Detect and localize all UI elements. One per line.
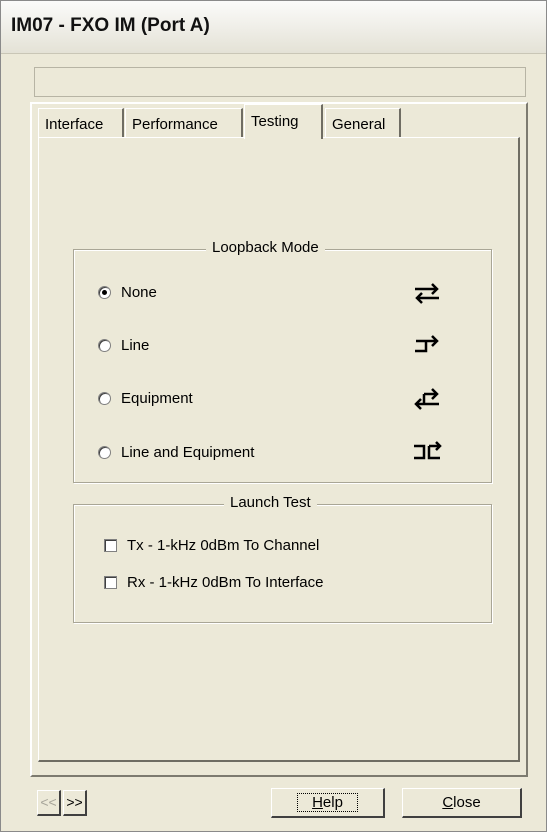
checkbox-tx-test[interactable]: Tx - 1-kHz 0dBm To Channel [104,534,319,556]
radio-loopback-line-and-equipment[interactable]: Line and Equipment [98,441,254,463]
radio-label: Line [121,336,150,354]
tab-performance-label: Performance [132,116,218,133]
radio-label: Equipment [121,389,193,407]
tab-interface-label: Interface [45,116,104,133]
testing-tab-panel: Loopback Mode None Line Equipment Line a… [38,137,520,762]
checkbox-label: Rx - 1-kHz 0dBm To Interface [127,573,324,591]
radio-loopback-line[interactable]: Line [98,334,149,356]
loopback-line-equipment-icon [414,441,442,460]
next-button[interactable]: >> [63,790,87,816]
tab-performance[interactable]: Performance [125,108,243,138]
radio-button[interactable] [98,285,111,299]
checkbox[interactable] [104,538,117,552]
help-accel-key: H [312,794,323,811]
radio-label: None [121,283,157,301]
focus-rect: Help [297,793,358,812]
help-label: elp [322,794,343,811]
window-title: IM07 - FXO IM (Port A) [11,15,210,36]
radio-button[interactable] [98,338,111,352]
radio-loopback-none[interactable]: None [98,281,157,303]
launch-test-group: Launch Test Tx - 1-kHz 0dBm To Channel R… [73,494,492,623]
help-button[interactable]: Help [271,788,385,818]
tab-testing[interactable]: Testing [244,104,323,139]
tab-interface[interactable]: Interface [38,108,124,138]
tab-general-label: General [332,116,386,133]
close-button[interactable]: Close [402,788,522,818]
launch-test-legend: Launch Test [224,494,317,511]
checkbox-label: Tx - 1-kHz 0dBm To Channel [127,536,320,554]
loopback-line-icon [415,335,439,353]
title-bar[interactable]: IM07 - FXO IM (Port A) [1,1,546,54]
status-field [34,67,526,97]
radio-button[interactable] [98,445,111,459]
close-label: lose [453,794,481,811]
loopback-none-icon [415,283,439,304]
loopback-mode-group: Loopback Mode None Line Equipment Line a… [73,239,492,483]
radio-loopback-equipment[interactable]: Equipment [98,387,193,409]
close-accel-key: C [442,794,454,811]
tab-general[interactable]: General [325,108,401,138]
tab-testing-label: Testing [251,113,299,130]
loopback-equipment-icon [414,388,439,410]
checkbox-rx-test[interactable]: Rx - 1-kHz 0dBm To Interface [104,571,323,593]
radio-label: Line and Equipment [121,443,255,461]
checkbox[interactable] [104,575,117,589]
radio-button[interactable] [98,391,111,405]
properties-dialog: IM07 - FXO IM (Port A) Interface Perform… [0,0,547,832]
loopback-mode-legend: Loopback Mode [206,239,325,256]
previous-button[interactable]: << [37,790,61,816]
